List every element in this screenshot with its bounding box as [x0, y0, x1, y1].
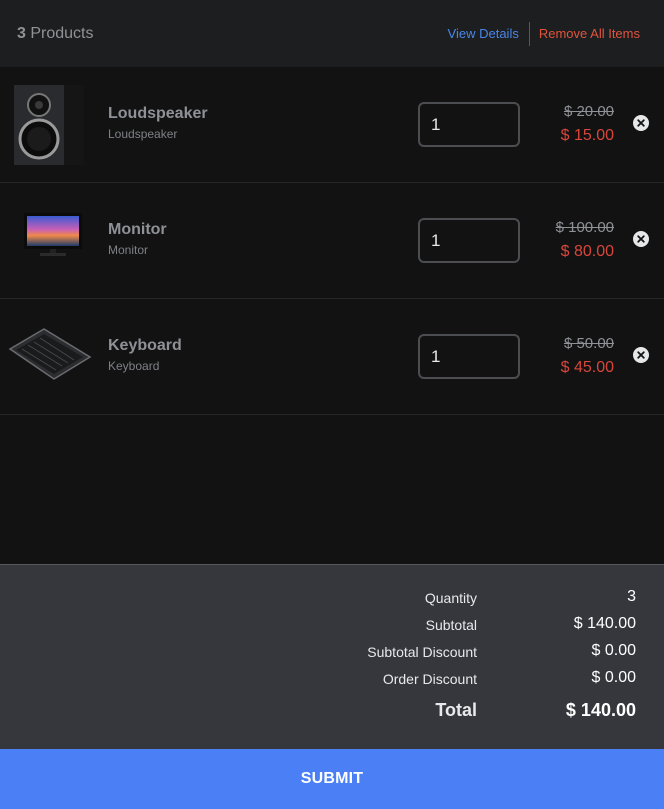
sale-price: $ 45.00: [560, 359, 614, 376]
total-label: Total: [435, 700, 477, 720]
item-name: Keyboard: [108, 337, 182, 354]
cart-item-monitor: Monitor Monitor 1 $ 100.00 $ 80.00: [0, 183, 664, 299]
summary-row-subtotal: Subtotal $ 140.00: [0, 614, 664, 636]
subtotal-discount-value: $ 0.00: [591, 642, 636, 659]
summary-row-total: Total $ 140.00: [0, 698, 664, 720]
header-divider: [528, 21, 530, 46]
view-details-link[interactable]: View Details: [448, 26, 519, 41]
product-count-number: 3: [17, 24, 26, 42]
product-count: 3 Products: [17, 25, 94, 43]
summary-row-order-discount: Order Discount $ 0.00: [0, 668, 664, 690]
item-name: Loudspeaker: [108, 105, 208, 122]
summary-row-subtotal-discount: Subtotal Discount $ 0.00: [0, 641, 664, 663]
monitor-image: [8, 199, 92, 283]
submit-button[interactable]: SUBMIT: [0, 749, 664, 809]
cart-header: 3 Products View Details Remove All Items: [0, 0, 664, 67]
quantity-label: Quantity: [424, 590, 477, 606]
close-icon: [637, 235, 645, 243]
order-discount-value: $ 0.00: [591, 669, 636, 686]
quantity-input[interactable]: 1: [418, 218, 520, 263]
item-subtitle: Keyboard: [108, 359, 160, 373]
quantity-input[interactable]: 1: [418, 334, 520, 379]
subtotal-label: Subtotal: [425, 617, 477, 633]
cart-app: 3 Products View Details Remove All Items: [0, 0, 664, 809]
item-subtitle: Loudspeaker: [108, 127, 178, 141]
total-value: $ 140.00: [565, 700, 636, 720]
item-name: Monitor: [108, 221, 167, 238]
keyboard-image: [8, 315, 92, 399]
remove-item-button[interactable]: [633, 347, 649, 363]
order-discount-label: Order Discount: [382, 671, 477, 687]
remove-item-button[interactable]: [633, 115, 649, 131]
subtotal-discount-label: Subtotal Discount: [367, 644, 477, 660]
loudspeaker-image: [8, 83, 92, 167]
summary-row-quantity: Quantity 3: [0, 587, 664, 609]
cart-item-loudspeaker: Loudspeaker Loudspeaker 1 $ 20.00 $ 15.0…: [0, 67, 664, 183]
close-icon: [637, 119, 645, 127]
original-price: $ 100.00: [555, 219, 614, 236]
cart-item-keyboard: Keyboard Keyboard 1 $ 50.00 $ 45.00: [0, 299, 664, 415]
cart-item-list: Loudspeaker Loudspeaker 1 $ 20.00 $ 15.0…: [0, 67, 664, 415]
remove-all-items-link[interactable]: Remove All Items: [539, 26, 640, 41]
subtotal-value: $ 140.00: [573, 615, 636, 632]
sale-price: $ 80.00: [560, 243, 614, 260]
quantity-input[interactable]: 1: [418, 102, 520, 147]
original-price: $ 20.00: [563, 103, 614, 120]
original-price: $ 50.00: [563, 335, 614, 352]
remove-item-button[interactable]: [633, 231, 649, 247]
header-actions: View Details Remove All Items: [448, 21, 640, 46]
close-icon: [637, 351, 645, 359]
order-summary: Quantity 3 Subtotal $ 140.00 Subtotal Di…: [0, 564, 664, 749]
sale-price: $ 15.00: [560, 127, 614, 144]
item-subtitle: Monitor: [108, 243, 149, 257]
product-count-label: Products: [30, 24, 94, 42]
quantity-value: 3: [627, 588, 636, 605]
